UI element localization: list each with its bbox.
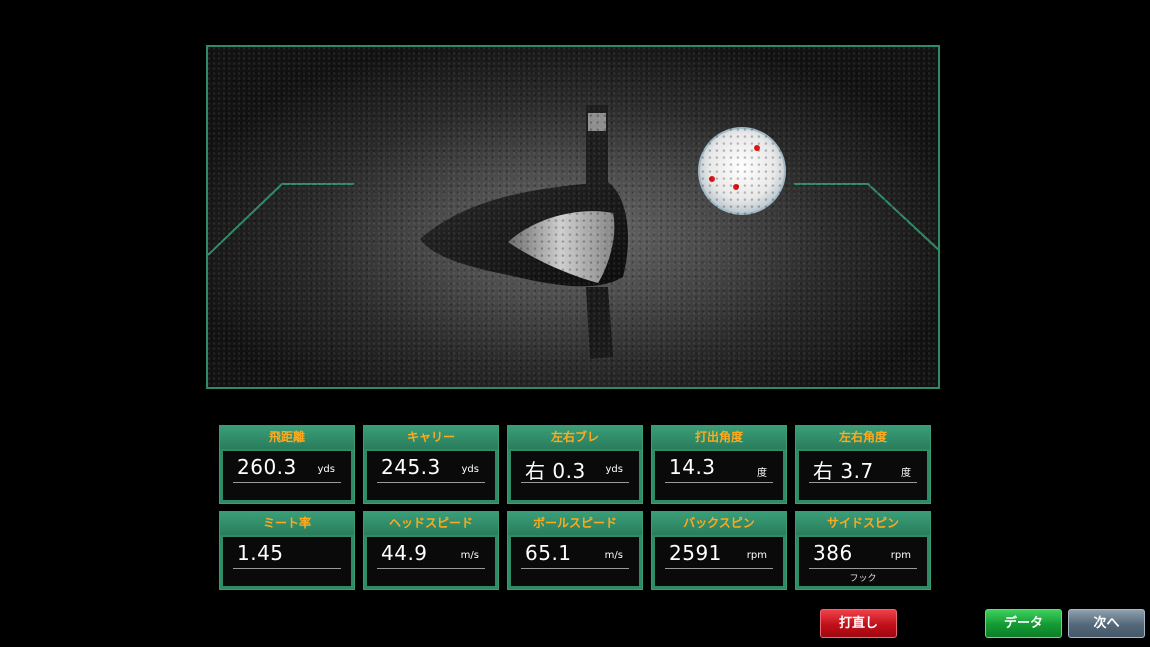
metric-unit: m/s	[460, 550, 479, 561]
metric-card-carry: キャリー 245.3 yds	[363, 425, 499, 504]
metric-label: ボールスピード	[508, 512, 642, 535]
metric-label: 左右角度	[796, 426, 930, 449]
metric-card-ball-speed: ボールスピード 65.1 m/s	[507, 511, 643, 590]
metric-label: ヘッドスピード	[364, 512, 498, 535]
ball-marker	[733, 184, 739, 190]
right-guide-line	[794, 183, 938, 251]
metric-label: 左右ブレ	[508, 426, 642, 449]
metric-label: 打出角度	[652, 426, 786, 449]
metric-card-head-speed: ヘッドスピード 44.9 m/s	[363, 511, 499, 590]
metric-label: バックスピン	[652, 512, 786, 535]
golf-ball	[698, 127, 786, 215]
next-button[interactable]: 次へ	[1068, 609, 1145, 638]
metric-unit: 度	[757, 468, 767, 479]
metric-value: 44.9	[381, 541, 428, 565]
metric-sub: フック	[849, 574, 877, 584]
underline	[665, 568, 773, 569]
metric-card-sidespin: サイドスピン 386 rpm フック	[795, 511, 931, 590]
metric-unit: yds	[605, 464, 623, 475]
underline	[809, 482, 917, 483]
underline	[377, 568, 485, 569]
data-button[interactable]: データ	[985, 609, 1062, 638]
metric-value: 245.3	[381, 455, 441, 479]
ball-marker	[754, 145, 760, 151]
metric-unit: 度	[901, 468, 911, 479]
metric-value: 2591	[669, 541, 722, 565]
impact-camera-view	[206, 45, 940, 389]
metric-card-launch-angle: 打出角度 14.3 度	[651, 425, 787, 504]
metric-unit: m/s	[604, 550, 623, 561]
metric-unit: yds	[461, 464, 479, 475]
camera-image	[208, 105, 938, 359]
metric-card-total-distance: 飛距離 260.3 yds	[219, 425, 355, 504]
metric-value: 14.3	[669, 455, 716, 479]
metric-value: 65.1	[525, 541, 572, 565]
metric-label: ミート率	[220, 512, 354, 535]
metric-unit: yds	[317, 464, 335, 475]
ball-marker	[709, 176, 715, 182]
metric-value: 386	[813, 541, 853, 565]
metric-card-smash-factor: ミート率 1.45	[219, 511, 355, 590]
metric-label: キャリー	[364, 426, 498, 449]
underline	[521, 482, 629, 483]
retry-button[interactable]: 打直し	[820, 609, 897, 638]
metric-unit: rpm	[746, 550, 767, 561]
metric-value: 右 0.3	[525, 459, 586, 483]
metric-value: 260.3	[237, 455, 297, 479]
metric-card-side-angle: 左右角度 右 3.7 度	[795, 425, 931, 504]
metric-label: 飛距離	[220, 426, 354, 449]
metric-label: サイドスピン	[796, 512, 930, 535]
underline	[233, 568, 341, 569]
metric-unit: rpm	[890, 550, 911, 561]
underline	[521, 568, 629, 569]
metric-card-backspin: バックスピン 2591 rpm	[651, 511, 787, 590]
underline	[377, 482, 485, 483]
underline	[809, 568, 917, 569]
left-guide-line	[208, 183, 354, 256]
metric-value: 右 3.7	[813, 459, 874, 483]
tee	[586, 287, 613, 359]
metric-card-offline: 左右ブレ 右 0.3 yds	[507, 425, 643, 504]
underline	[233, 482, 341, 483]
metric-value: 1.45	[237, 541, 284, 565]
underline	[665, 482, 773, 483]
